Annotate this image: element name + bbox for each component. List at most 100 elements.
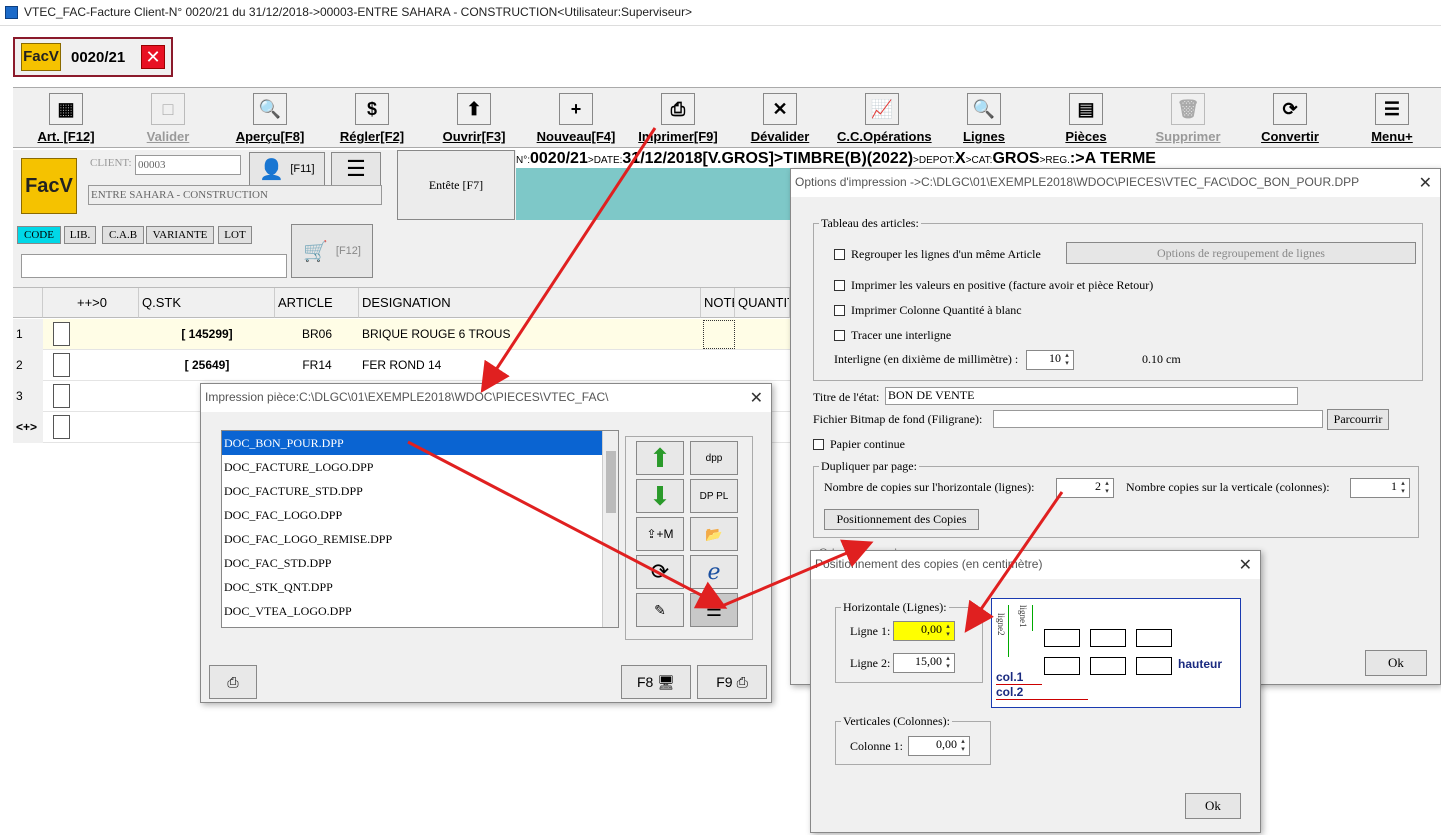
toolbar-button-12[interactable]: ⟳ Convertir [1245, 88, 1335, 148]
toolbar-button-13[interactable]: ☰ Menu+ [1347, 88, 1437, 148]
depot-label: >DEPOT: [913, 155, 956, 166]
col-header-article[interactable]: ARTICLE [275, 288, 359, 318]
row-checkbox[interactable] [53, 384, 70, 408]
cell-qstk: [ 145299] [181, 327, 233, 341]
template-list-item[interactable]: DOC_STK_QNT.DPP [222, 575, 618, 599]
preview-f8-button[interactable]: F8 🖥 [621, 665, 691, 699]
toolbar-button-0[interactable]: ▦ Art. [F12] [21, 88, 111, 148]
cell-note[interactable] [703, 320, 735, 349]
article-search-input[interactable] [21, 254, 287, 278]
interline-checkbox[interactable] [834, 330, 845, 341]
col-header-note[interactable]: NOTE [701, 288, 735, 318]
add-to-cart-button[interactable]: 🛒 [F12] [291, 224, 373, 278]
new-dpp-button[interactable]: dpp [690, 441, 738, 475]
horizontal-group: Horizontale (Lignes): Ligne 1: 0,00 Lign… [835, 600, 983, 683]
template-list-item[interactable]: DOC_FACTURE_STD.DPP [222, 479, 618, 503]
search-tab-3[interactable]: VARIANTE [146, 226, 214, 244]
print-options-button[interactable]: ☰ [690, 593, 738, 627]
template-list-item[interactable]: DOC_BON_POUR.DPP [222, 431, 618, 455]
diagram-col2-label: col.2 [996, 685, 1024, 699]
edit-template-button[interactable]: ✎ [636, 593, 684, 627]
template-list-item[interactable]: DOC_VTEA_LOGO.DPP [222, 599, 618, 623]
refresh-button[interactable]: ⟳ [636, 555, 684, 589]
move-up-button[interactable]: ⬆ [636, 441, 684, 475]
toolbar-button-6[interactable]: ⎙ Imprimer[F9] [633, 88, 723, 148]
client-lookup-button[interactable]: 👤 [F11] [249, 152, 325, 186]
move-down-button[interactable]: ⬇ [636, 479, 684, 513]
browse-button[interactable]: Parcourrir [1327, 409, 1389, 430]
client-menu-button[interactable]: ☰ [331, 152, 381, 186]
row-checkbox[interactable] [53, 415, 70, 439]
template-list[interactable]: DOC_BON_POUR.DPP DOC_FACTURE_LOGO.DPP DOC_… [221, 430, 619, 628]
toolbar-button-9[interactable]: 🔍 Lignes [939, 88, 1029, 148]
regroup-checkbox[interactable] [834, 249, 845, 260]
print-f9-button[interactable]: F9 ⎙ [697, 665, 767, 699]
template-list-item[interactable]: DOC_VTE_AFF.DPP [222, 623, 618, 627]
toolbar-label-0: Art. [F12] [37, 129, 95, 144]
copy-box [1136, 657, 1172, 675]
print-dialog-close-icon[interactable]: ✕ [750, 388, 763, 408]
toolbar-button-2[interactable]: 🔍 Aperçu[F8] [225, 88, 315, 148]
positioning-dialog: Positionnement des copies (en centimètre… [810, 550, 1261, 833]
search-tab-4[interactable]: LOT [218, 226, 252, 244]
dp-pl-button[interactable]: DP PL [690, 479, 738, 513]
col-header-quantite[interactable]: QUANTIT [735, 288, 790, 318]
col-header-qstk[interactable]: Q.STK [139, 288, 275, 318]
copies-horizontal-spinner[interactable]: 2 [1056, 478, 1114, 498]
toolbar-button-5[interactable]: + Nouveau[F4] [531, 88, 621, 148]
articles-group-label: Tableau des articles: [819, 216, 921, 231]
toolbar-button-11[interactable]: 🗑 Supprimer [1143, 88, 1233, 148]
row-checkbox[interactable] [53, 322, 70, 346]
printer-settings-button[interactable]: ⎙ [209, 665, 257, 699]
toolbar-button-1[interactable]: □ Valider [123, 88, 213, 148]
report-title-input[interactable]: BON DE VENTE [885, 387, 1298, 405]
toolbar-icon-8: 📈 [865, 93, 899, 125]
table-row[interactable]: 1 [ 145299] BR06 BRIQUE ROUGE 6 TROUS [13, 319, 790, 350]
template-list-item[interactable]: DOC_FACTURE_LOGO.DPP [222, 455, 618, 479]
options-ok-button[interactable]: Ok [1365, 650, 1427, 676]
add-m-button[interactable]: ⇪ +M [636, 517, 684, 551]
table-row[interactable]: 2 [ 25649] FR14 FER ROND 14 [13, 350, 790, 381]
template-list-item[interactable]: DOC_FAC_LOGO.DPP [222, 503, 618, 527]
export-web-button[interactable]: ℯ [690, 555, 738, 589]
toolbar-button-7[interactable]: ✕ Dévalider [735, 88, 825, 148]
regroup-options-button[interactable]: Options de regroupement de lignes [1066, 242, 1416, 264]
open-folder-button[interactable]: 📂 [690, 517, 738, 551]
copies-positioning-button[interactable]: Positionnement des Copies [824, 509, 979, 530]
positive-values-checkbox[interactable] [834, 280, 845, 291]
toolbar-button-10[interactable]: ▤ Pièces [1041, 88, 1131, 148]
col-header-toggle[interactable]: ++>0 [43, 288, 139, 318]
ligne1-label: Ligne 1: [850, 624, 891, 638]
template-list-item[interactable]: DOC_FAC_LOGO_REMISE.DPP [222, 527, 618, 551]
vertical-group: Verticales (Colonnes): Colonne 1: 0,00 [835, 714, 991, 765]
positioning-ok-button[interactable]: Ok [1185, 793, 1241, 819]
grid-corner [13, 288, 43, 318]
search-tab-1[interactable]: LIB. [64, 226, 96, 244]
search-tab-2[interactable]: C.A.B [102, 226, 144, 244]
positioning-dialog-close-icon[interactable]: ✕ [1239, 555, 1252, 575]
document-tab[interactable]: FacV 0020/21 ✕ [13, 37, 173, 77]
bitmap-input[interactable] [993, 410, 1323, 428]
toolbar-icon-7: ✕ [763, 93, 797, 125]
blank-quantity-checkbox[interactable] [834, 305, 845, 316]
interline-size-spinner[interactable]: 10 [1026, 350, 1074, 370]
colonne1-spinner[interactable]: 0,00 [908, 736, 970, 756]
toolbar-button-3[interactable]: $ Régler[F2] [327, 88, 417, 148]
ligne1-spinner[interactable]: 0,00 [893, 621, 955, 641]
row-checkbox[interactable] [53, 353, 70, 377]
template-list-scrollbar[interactable] [602, 431, 618, 627]
options-dialog-close-icon[interactable]: ✕ [1419, 173, 1432, 193]
entete-button[interactable]: Entête [F7] [397, 150, 515, 220]
ligne2-spinner[interactable]: 15,00 [893, 653, 955, 673]
search-tab-0[interactable]: CODE [17, 226, 61, 244]
continuous-paper-checkbox[interactable] [813, 439, 824, 450]
toolbar-button-8[interactable]: 📈 C.C.Opérations [837, 88, 932, 148]
facv-badge: FacV [21, 43, 61, 71]
ie-icon: ℯ [707, 559, 721, 584]
client-code-input[interactable]: 00003 [135, 155, 241, 175]
template-list-item[interactable]: DOC_FAC_STD.DPP [222, 551, 618, 575]
close-document-button[interactable]: ✕ [141, 45, 165, 69]
copies-vertical-spinner[interactable]: 1 [1350, 478, 1410, 498]
toolbar-button-4[interactable]: ⬆ Ouvrir[F3] [429, 88, 519, 148]
col-header-designation[interactable]: DESIGNATION [359, 288, 701, 318]
